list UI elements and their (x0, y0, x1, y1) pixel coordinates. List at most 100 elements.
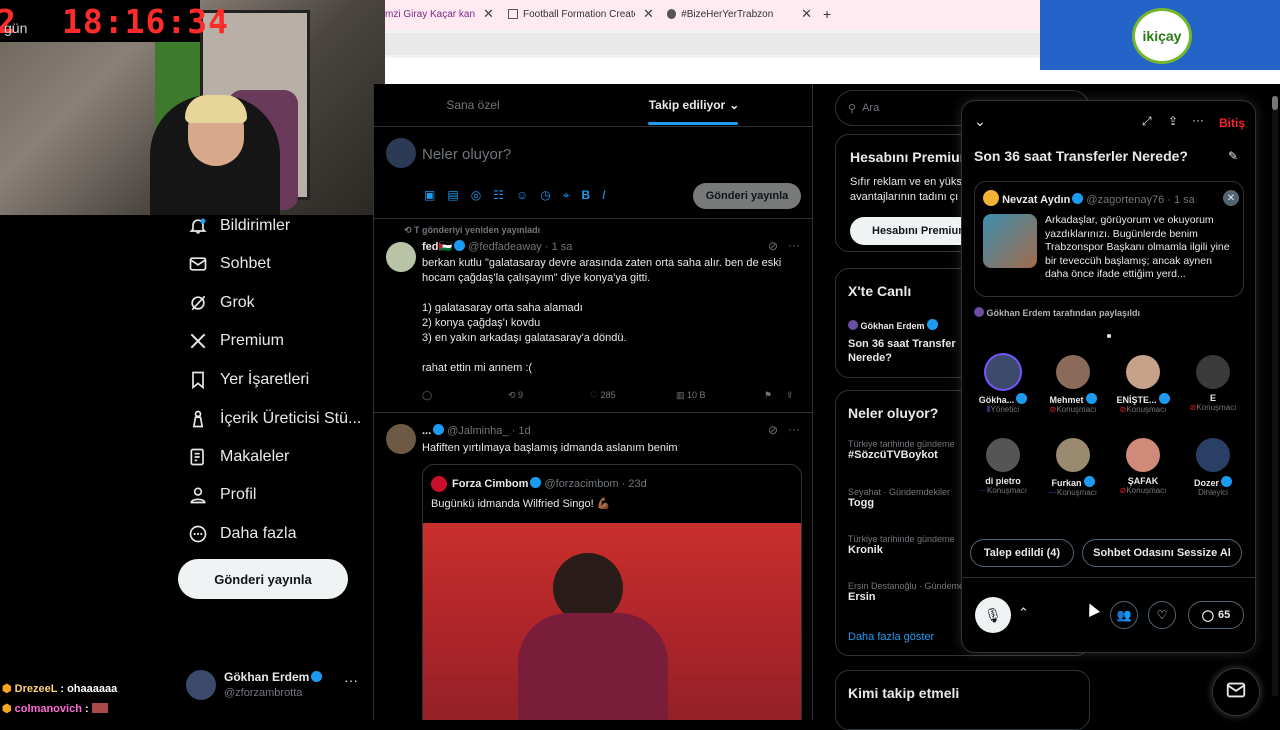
reply-icon[interactable]: ◯ (422, 390, 508, 401)
post-time[interactable]: 1 sa (552, 241, 573, 253)
address-bar[interactable] (385, 33, 1040, 55)
trend-item[interactable]: Türkiye tarihinde gündeme Kronik (848, 534, 955, 556)
chevron-up-icon[interactable]: ⌃ (1018, 605, 1029, 621)
chat-message: ⬢ DrezeeL : ohaaaaaa (2, 682, 117, 695)
location-icon[interactable]: ⌖ (563, 188, 570, 203)
post-more-icon[interactable]: ··· (788, 238, 800, 252)
divider (374, 218, 812, 219)
participant[interactable]: ENİŞTE... ⊘Konuşmacı (1108, 355, 1178, 414)
poll-icon[interactable]: ☷ (493, 188, 504, 203)
post-button[interactable]: Gönderi yayınla (178, 559, 348, 599)
nav-creator-studio[interactable]: İçerik Üreticisi Stü... (186, 407, 361, 431)
grok-icon[interactable]: ⊘ (768, 423, 778, 437)
emoji-icon[interactable]: ☺ (516, 188, 528, 203)
participant-name: Furkan (1051, 478, 1082, 488)
trend-item[interactable]: Türkiye tarihinde gündeme #SözcüTVBoykot (848, 439, 955, 461)
nav-label: İçerik Üreticisi Stü... (220, 410, 362, 427)
avatar[interactable] (386, 242, 416, 272)
react-button[interactable]: ♡ (1148, 601, 1176, 629)
participant[interactable]: Gökha... ⦀Yönetici (968, 355, 1038, 415)
microphone-button[interactable]: 🎙 (975, 597, 1011, 633)
participant[interactable]: ŞAFAK ⊘Konuşmacı (1108, 438, 1178, 495)
trend-name: Togg (848, 497, 875, 509)
mail-icon (1225, 679, 1247, 706)
pinned-post[interactable]: Nevzat Aydın @zagortenay76 · 1 sa ✕ Arka… (974, 181, 1244, 297)
grok-icon[interactable]: ⊘ (768, 239, 778, 253)
nav-articles[interactable]: Makaleler (186, 445, 289, 469)
comments-button[interactable]: ◯ 65 (1188, 601, 1244, 629)
trend-name: #SözcüTVBoykot (848, 449, 938, 461)
tab-favicon-icon (667, 9, 677, 19)
browser-tab[interactable]: mzi Giray Kaçar kanalı can ✕ (385, 0, 500, 28)
tab-for-you[interactable]: Sana özel (424, 84, 522, 126)
live-space-title-line: Nerede? (848, 352, 893, 364)
nav-bookmarks[interactable]: Yer İşaretleri (186, 368, 309, 392)
participant[interactable]: Mehmet ⊘Konuşmacı (1038, 355, 1108, 414)
collapse-chevron-icon[interactable]: ⌄ (974, 113, 986, 130)
tab-close-icon[interactable]: ✕ (801, 6, 812, 22)
gif-icon[interactable]: ▤ (447, 188, 458, 203)
browser-tab[interactable]: Football Formation Creator: Re ✕ (508, 0, 658, 28)
italic-icon[interactable]: I (602, 188, 605, 203)
nav-profile[interactable]: Profil (186, 483, 256, 507)
nav-more[interactable]: Daha fazla (186, 522, 297, 546)
trend-item[interactable]: Ersin Destanoğlu · Gündeme Ersin (848, 581, 964, 603)
participants-button[interactable]: 👥 (1110, 601, 1138, 629)
scrollbar-thumb[interactable] (1272, 96, 1278, 110)
author-name[interactable]: ... (422, 425, 431, 437)
minimize-icon[interactable]: ⤢ (1142, 114, 1152, 129)
share-icon[interactable]: ⇪ (786, 390, 794, 401)
post-more-icon[interactable]: ··· (788, 422, 800, 436)
bookmark-icon[interactable]: ⚑ (764, 390, 786, 401)
live-space-title[interactable]: Son 36 saat Transfer Nerede? (848, 337, 956, 365)
nav-notifications[interactable]: Bildirimler (186, 214, 290, 238)
share-icon[interactable]: ⇪ (1168, 114, 1178, 128)
trend-item[interactable]: Seyahat · Gündemdekiler Togg (848, 487, 950, 509)
participant-role: Konuşmacı (986, 486, 1028, 495)
author-name[interactable]: fed (422, 241, 439, 253)
quoted-post[interactable]: Forza Cimbom @forzacimbom · 23d Bugünkü … (422, 464, 802, 720)
nav-grok[interactable]: Grok (186, 291, 255, 315)
grok-icon[interactable]: ◎ (471, 188, 481, 203)
mute-room-button[interactable]: Sohbet Odasını Sessize Al (1082, 539, 1242, 567)
end-space-button[interactable]: Bitiş (1219, 116, 1245, 130)
scrollbar-track[interactable] (1272, 96, 1278, 696)
nav-premium[interactable]: Premium (186, 329, 284, 353)
requests-button[interactable]: Talep edildi (4) (970, 539, 1074, 567)
participant[interactable]: Furkan ···Konuşmacı (1038, 438, 1108, 497)
tab-close-icon[interactable]: ✕ (483, 6, 494, 22)
compose-post-button[interactable]: Gönderi yayınla (693, 183, 801, 209)
participant[interactable]: E ⊘Konuşmacı (1178, 355, 1248, 412)
quoted-post-image[interactable] (423, 523, 801, 720)
avatar[interactable] (386, 424, 416, 454)
nav-chat[interactable]: Sohbet (186, 252, 271, 276)
account-switcher[interactable]: Gökhan Erdem @zforzambrotta ··· (186, 668, 366, 704)
comments-count: 65 (1218, 609, 1231, 621)
views-button[interactable]: ▥ 10 B (676, 390, 764, 401)
messages-button[interactable] (1212, 668, 1260, 716)
new-tab-button[interactable]: + (823, 0, 843, 28)
bold-icon[interactable]: B (581, 188, 590, 203)
schedule-icon[interactable]: ◷ (540, 188, 550, 203)
close-icon[interactable]: ✕ (1223, 190, 1239, 206)
tab-following[interactable]: Takip ediliyor ⌄ (634, 84, 754, 126)
space-more-icon[interactable]: ··· (1192, 113, 1204, 127)
show-more-link[interactable]: Daha fazla göster (848, 631, 934, 643)
like-button[interactable]: ♡ 285 (590, 390, 676, 401)
post-time[interactable]: 1d (518, 425, 530, 437)
edit-icon[interactable]: ✎ (1228, 149, 1238, 163)
image-icon[interactable]: ▣ (424, 188, 435, 203)
author-handle[interactable]: @fedfadeaway (468, 241, 542, 253)
compose-input[interactable]: Neler oluyor? (422, 146, 511, 163)
stream-timer-clock: 18:16:34 (62, 2, 229, 41)
repost-button[interactable]: ⟲ 9 (508, 390, 590, 401)
browser-tab[interactable]: #BizeHerYerTrabzon ✕ (667, 0, 812, 28)
participant[interactable]: Dozer Dinleyici (1178, 438, 1248, 497)
avatar (848, 320, 858, 330)
participant[interactable]: di pietro ···Konuşmacı (968, 438, 1038, 495)
account-more-icon[interactable]: ··· (344, 672, 358, 688)
author-handle[interactable]: @Jalminha_ (447, 425, 508, 437)
avatar (1196, 438, 1230, 472)
browser-tab-strip: mzi Giray Kaçar kanalı can ✕ Football For… (385, 0, 1040, 30)
tab-close-icon[interactable]: ✕ (643, 6, 654, 22)
